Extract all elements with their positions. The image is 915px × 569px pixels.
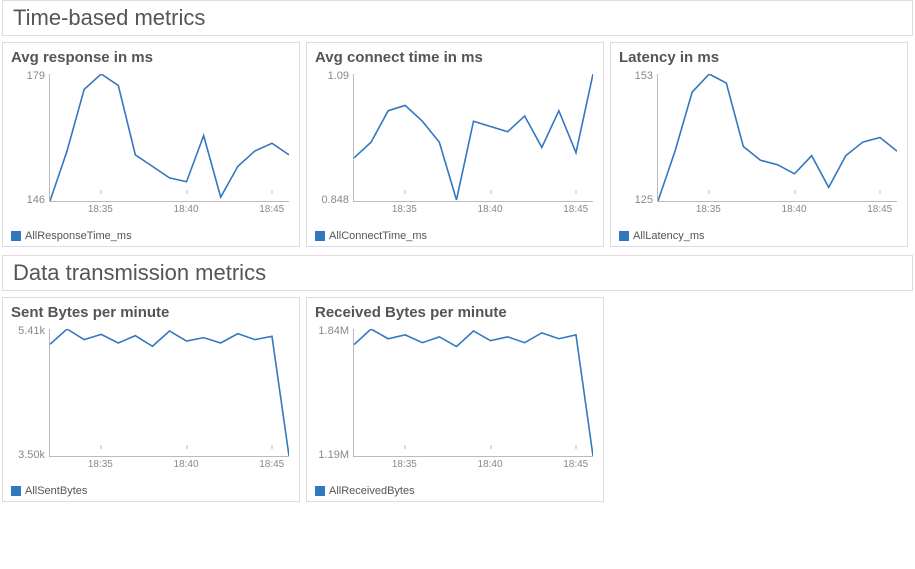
- panel-avg-response: Avg response in ms 179 146 18:3518:4018:…: [2, 42, 300, 247]
- y-max-label: 1.84M: [315, 325, 349, 337]
- legend: AllResponseTime_ms: [11, 230, 291, 242]
- x-axis-ticks: 18:3518:4018:45: [49, 459, 289, 471]
- legend-label: AllSentBytes: [25, 485, 87, 497]
- y-min-label: 3.50k: [11, 449, 45, 461]
- panel-title: Sent Bytes per minute: [11, 304, 291, 321]
- line-series: [50, 329, 289, 456]
- y-max-label: 5.41k: [11, 325, 45, 337]
- row-time-metrics: Avg response in ms 179 146 18:3518:4018:…: [0, 42, 915, 255]
- legend-label: AllResponseTime_ms: [25, 230, 132, 242]
- y-max-label: 1.09: [315, 70, 349, 82]
- section-title-data: Data transmission metrics: [2, 255, 913, 291]
- legend-label: AllConnectTime_ms: [329, 230, 427, 242]
- x-axis-ticks: 18:3518:4018:45: [353, 459, 593, 471]
- chart-latency[interactable]: 153 125 18:3518:4018:45: [619, 68, 899, 228]
- plot-area: [353, 329, 593, 457]
- line-series: [354, 74, 593, 201]
- chart-avg-response[interactable]: 179 146 18:3518:4018:45: [11, 68, 291, 228]
- panel-received-bytes: Received Bytes per minute 1.84M 1.19M 18…: [306, 297, 604, 502]
- chart-avg-connect[interactable]: 1.09 0.848 18:3518:4018:45: [315, 68, 595, 228]
- plot-area: [49, 329, 289, 457]
- y-max-label: 179: [11, 70, 45, 82]
- plot-area: [49, 74, 289, 202]
- row-data-metrics: Sent Bytes per minute 5.41k 3.50k 18:351…: [0, 297, 915, 510]
- panel-title: Received Bytes per minute: [315, 304, 595, 321]
- y-max-label: 153: [619, 70, 653, 82]
- legend-swatch: [315, 486, 325, 496]
- panel-title: Avg connect time in ms: [315, 49, 595, 66]
- panel-avg-connect: Avg connect time in ms 1.09 0.848 18:351…: [306, 42, 604, 247]
- x-axis-ticks: 18:3518:4018:45: [353, 204, 593, 216]
- x-axis-ticks: 18:3518:4018:45: [49, 204, 289, 216]
- section-title-time: Time-based metrics: [2, 0, 913, 36]
- panel-title: Avg response in ms: [11, 49, 291, 66]
- y-min-label: 125: [619, 194, 653, 206]
- panel-title: Latency in ms: [619, 49, 899, 66]
- panel-latency: Latency in ms 153 125 18:3518:4018:45 Al…: [610, 42, 908, 247]
- legend: AllConnectTime_ms: [315, 230, 595, 242]
- legend-swatch: [619, 231, 629, 241]
- legend: AllReceivedBytes: [315, 485, 595, 497]
- plot-area: [657, 74, 897, 202]
- legend-swatch: [11, 486, 21, 496]
- y-min-label: 146: [11, 194, 45, 206]
- x-axis-ticks: 18:3518:4018:45: [657, 204, 897, 216]
- line-series: [354, 329, 593, 456]
- legend: AllLatency_ms: [619, 230, 899, 242]
- dashboard: Time-based metrics Avg response in ms 17…: [0, 0, 915, 510]
- chart-sent-bytes[interactable]: 5.41k 3.50k 18:3518:4018:45: [11, 323, 291, 483]
- legend-label: AllLatency_ms: [633, 230, 705, 242]
- line-series: [658, 74, 897, 201]
- panel-sent-bytes: Sent Bytes per minute 5.41k 3.50k 18:351…: [2, 297, 300, 502]
- line-series: [50, 74, 289, 201]
- y-min-label: 1.19M: [315, 449, 349, 461]
- legend-swatch: [11, 231, 21, 241]
- legend: AllSentBytes: [11, 485, 291, 497]
- y-min-label: 0.848: [315, 194, 349, 206]
- legend-label: AllReceivedBytes: [329, 485, 415, 497]
- legend-swatch: [315, 231, 325, 241]
- chart-received-bytes[interactable]: 1.84M 1.19M 18:3518:4018:45: [315, 323, 595, 483]
- plot-area: [353, 74, 593, 202]
